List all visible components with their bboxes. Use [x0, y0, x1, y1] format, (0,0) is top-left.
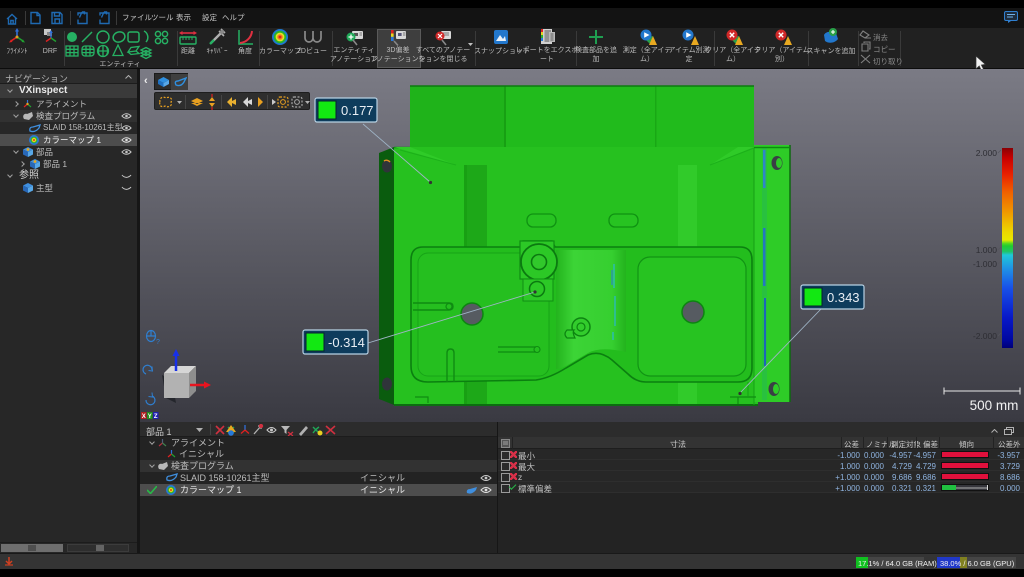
svg-text:1.000: 1.000	[976, 245, 998, 255]
svg-text:-2.000: -2.000	[973, 331, 997, 341]
svg-text:0.343: 0.343	[827, 290, 860, 305]
svg-text:0.177: 0.177	[341, 103, 374, 118]
svg-text:-1.000: -1.000	[973, 259, 997, 269]
svg-text:X: X	[142, 414, 146, 420]
svg-text:?: ?	[156, 339, 160, 346]
svg-text:Z: Z	[154, 414, 158, 420]
svg-text:Y: Y	[148, 414, 152, 420]
svg-text:-0.314: -0.314	[328, 335, 365, 350]
svg-text:‹: ‹	[144, 75, 148, 87]
svg-text:2.000: 2.000	[976, 148, 998, 158]
svg-text:500 mm: 500 mm	[970, 398, 1019, 413]
